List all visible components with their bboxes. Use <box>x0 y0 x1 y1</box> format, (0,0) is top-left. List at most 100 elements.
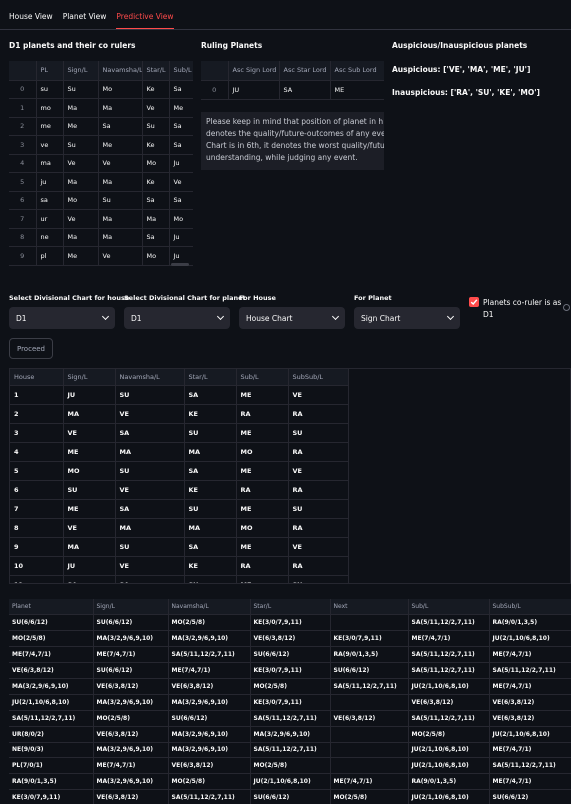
planet-header[interactable]: Sub/L <box>408 599 490 616</box>
house-header[interactable]: SubSub/L <box>288 369 349 386</box>
planet-row-cell: ME(7/4,7/1) <box>330 773 409 791</box>
d1-row-cell: Sa <box>98 117 143 136</box>
d1-row-cell: Ve <box>169 172 193 192</box>
planet-row: MA(3/2,9/6,9,10) VE(6/3,8/12) VE(6/3,8/12)… <box>9 678 571 695</box>
house-header[interactable]: Navamsha/L <box>115 369 185 386</box>
house-header[interactable]: House <box>10 369 64 386</box>
planet-row-cell <box>330 742 409 759</box>
house-row-cell: 8 <box>10 518 64 538</box>
house-header[interactable]: Sub/L <box>236 369 289 386</box>
house-row-cell: MA <box>184 442 237 462</box>
d1-header-row: PL Sign/L Navamsha/L Star/L Sub/L <box>9 61 193 81</box>
d1-row-cell: Ma <box>142 209 170 229</box>
planet-row-cell: SU(6/6/12) <box>93 662 169 679</box>
d1-header[interactable]: Sign/L <box>63 61 99 81</box>
tab-house-view[interactable]: House View <box>9 12 53 30</box>
house-row-cell: SU <box>184 575 237 583</box>
d1-row: 7 ur Ve Ma Ma Mo <box>9 209 193 229</box>
house-row: 10 JU VE KE RA RA <box>10 556 349 576</box>
house-row-cell: ME <box>236 461 289 481</box>
house-row-cell: VE <box>63 423 116 443</box>
d1-row-cell: ne <box>36 228 64 247</box>
d1-row-cell: pl <box>36 246 64 266</box>
planet-row-cell: SA(5/11,12/2,7,11) <box>330 678 409 695</box>
planet-row-cell: KE(3/0/7,9,11) <box>9 789 94 804</box>
house-row-cell: KE <box>184 480 237 500</box>
d1-header[interactable]: Sub/L <box>169 61 193 81</box>
ruling-header-index <box>201 61 229 81</box>
house-row-cell: KE <box>184 556 237 576</box>
planet-table-container[interactable]: Planet Sign/L Navamsha/L Star/L Next Sub… <box>9 599 571 804</box>
ruling-cell: SA <box>279 80 331 100</box>
planet-row-cell: ME(7/4,7/1) <box>408 630 490 648</box>
house-row-cell: 9 <box>10 537 64 557</box>
planet-row-cell: SU(6/6/12) <box>9 614 94 632</box>
auspicious-list: Auspicious: ['VE', 'MA', 'ME', 'JU'] <box>392 65 531 74</box>
d1-header[interactable]: Star/L <box>142 61 170 81</box>
planet-header[interactable]: Navamsha/L <box>168 599 251 616</box>
d1-row-cell: Me <box>63 117 99 136</box>
d1-row-cell: Sa <box>169 191 193 210</box>
d1-table-container[interactable]: PL Sign/L Navamsha/L Star/L Sub/L 0 su Su M… <box>9 61 193 277</box>
house-row-cell: MA <box>63 404 116 424</box>
d1-scrollbar[interactable] <box>171 263 189 266</box>
div-house-value: D1 <box>16 313 27 323</box>
house-row: 4 ME MA MA MO RA <box>10 442 349 462</box>
div-house-select[interactable]: D1 <box>9 307 115 329</box>
house-row-cell: RA <box>236 480 289 500</box>
d1-row: 2 me Me Sa Su Sa <box>9 117 193 136</box>
house-row-cell: SU <box>184 499 237 519</box>
d1-header[interactable]: Navamsha/L <box>98 61 143 81</box>
ruling-table-container[interactable]: Asc Sign Lord Asc Star Lord Asc Sub Lord… <box>201 61 384 102</box>
ruling-title: Ruling Planets <box>201 41 263 50</box>
d1-row-cell: 8 <box>9 228 37 247</box>
div-planet-select[interactable]: D1 <box>124 307 230 329</box>
d1-table: PL Sign/L Navamsha/L Star/L Sub/L 0 su Su M… <box>9 61 193 266</box>
planet-row-cell: SU(6/6/12) <box>93 614 169 632</box>
ruling-header[interactable]: Asc Star Lord <box>279 61 331 81</box>
d1-row-cell: Sa <box>169 135 193 155</box>
planet-row-cell: SA(5/11,12/2,7,11) <box>408 646 490 664</box>
d1-row-cell: Me <box>63 246 99 266</box>
house-header[interactable]: Star/L <box>184 369 237 386</box>
d1-row-cell: ur <box>36 209 64 229</box>
for-house-select[interactable]: House Chart <box>239 307 345 329</box>
ruling-cell: 0 <box>201 80 229 100</box>
d1-header[interactable]: PL <box>36 61 64 81</box>
planet-row-cell: MA(3/2,9/6,9,10) <box>168 694 251 711</box>
ruling-header[interactable]: Asc Sub Lord <box>330 61 384 81</box>
planet-header[interactable]: Planet <box>9 599 94 616</box>
planet-header[interactable]: Next <box>330 599 409 616</box>
planet-header[interactable]: Star/L <box>250 599 331 616</box>
planet-row-cell: ME(7/4,7/1) <box>9 646 94 664</box>
house-row: 7 ME SA SU ME SU <box>10 499 349 519</box>
tab-planet-view[interactable]: Planet View <box>63 12 107 30</box>
ruling-header[interactable]: Asc Sign Lord <box>228 61 280 81</box>
d1-header-index <box>9 61 37 81</box>
d1-row-cell: 5 <box>9 172 37 192</box>
co-ruler-checkbox[interactable] <box>469 297 479 307</box>
house-row-cell: 4 <box>10 442 64 462</box>
tab-predictive-view[interactable]: Predictive View <box>116 12 174 30</box>
help-icon[interactable] <box>563 304 570 311</box>
planet-row: VE(6/3,8/12) SU(6/6/12) ME(7/4,7/1) KE(3/0/… <box>9 662 571 679</box>
planet-header[interactable]: Sign/L <box>93 599 169 616</box>
chevron-down-icon <box>331 312 340 321</box>
house-row-cell: 10 <box>10 556 64 576</box>
d1-row-cell: sa <box>36 191 64 210</box>
d1-row-cell: Ma <box>98 98 143 118</box>
planet-row-cell: SA(5/11,12/2,7,11) <box>408 614 490 632</box>
house-row: 3 VE SA SU ME SU <box>10 423 349 443</box>
proceed-button[interactable]: Proceed <box>9 338 53 359</box>
planet-row-cell: MA(3/2,9/6,9,10) <box>168 630 251 648</box>
d1-row-cell: Ve <box>98 154 143 173</box>
house-header[interactable]: Sign/L <box>63 369 116 386</box>
planet-header[interactable]: SubSub/L <box>489 599 571 616</box>
planet-row-cell: SA(5/11,12/2,7,11) <box>168 646 251 664</box>
planet-row: MO(2/5/8) MA(3/2,9/6,9,10) MA(3/2,9/6,9,10… <box>9 630 571 648</box>
chevron-down-icon <box>216 312 225 321</box>
planet-row-cell: VE(6/3,8/12) <box>489 710 571 727</box>
for-planet-select[interactable]: Sign Chart <box>354 307 460 329</box>
house-table-container[interactable]: House Sign/L Navamsha/L Star/L Sub/L Sub… <box>9 368 571 584</box>
planet-row-cell: RA(9/0/1,3,5) <box>330 646 409 664</box>
